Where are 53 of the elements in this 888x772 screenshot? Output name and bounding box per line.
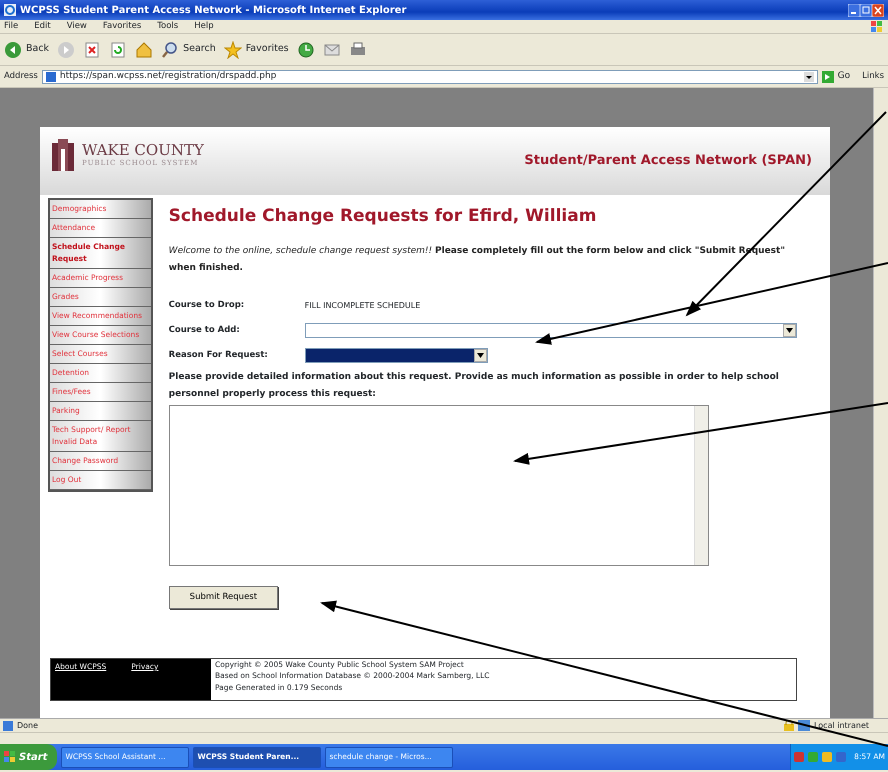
select-field[interactable] <box>304 323 797 338</box>
back-icon <box>4 40 22 58</box>
dropdown-arrow-icon <box>786 328 793 333</box>
select-field[interactable] <box>304 348 488 363</box>
details-prompt: Please provide detailed information about this request. Provide as much information as possible in order to help school personnel properly process this request: <box>168 371 780 401</box>
menu-item[interactable]: Edit <box>34 20 51 33</box>
star-icon <box>224 40 242 58</box>
details-textarea[interactable] <box>168 405 709 566</box>
banner-title: Student/Parent Access Network (SPAN) <box>524 152 812 170</box>
house-icon <box>135 40 154 58</box>
menu-item[interactable]: Help <box>194 20 214 33</box>
toolbar-button[interactable] <box>135 40 154 58</box>
field-label: Course to Add: <box>168 324 241 337</box>
page-icon <box>3 720 13 730</box>
toolbar-button[interactable] <box>83 40 102 58</box>
forward-icon <box>57 40 76 58</box>
toolbar-button[interactable]: Favorites <box>224 40 289 58</box>
maximize-icon[interactable] <box>860 4 872 16</box>
close-icon[interactable] <box>872 4 884 16</box>
search-icon <box>161 40 180 58</box>
stop-icon <box>83 40 102 58</box>
menu-item[interactable]: File <box>4 20 18 33</box>
page-icon <box>46 72 56 82</box>
minimize-icon[interactable] <box>848 4 860 16</box>
windows-logo-icon <box>870 20 884 34</box>
windows-logo-icon <box>4 751 16 763</box>
go-button[interactable]: Go <box>822 70 850 84</box>
menu-item[interactable]: View <box>66 20 87 33</box>
address-field[interactable]: https://span.wcpss.net/registration/drspadd.php <box>42 70 818 84</box>
submit-button[interactable]: Submit Request <box>168 586 278 609</box>
toolbar-button[interactable]: Back <box>4 40 50 58</box>
logo-text: WAKE COUNTY <box>82 143 204 158</box>
page-heading: Schedule Change Requests for Efird, William <box>168 205 598 227</box>
toolbar-button[interactable]: Search <box>161 40 216 58</box>
toolbar-button[interactable] <box>296 40 315 58</box>
address-label: Address <box>4 70 38 83</box>
history-icon <box>296 40 315 58</box>
vertical-scrollbar[interactable] <box>873 88 888 718</box>
menu-item[interactable]: Favorites <box>102 20 142 33</box>
field-value: FILL INCOMPLETE SCHEDULE <box>304 300 420 312</box>
menu-item[interactable]: Tools <box>157 20 178 33</box>
field-label: Reason For Request: <box>168 349 269 362</box>
window-title: WCPSS Student Parent Access Network - Microsoft Internet Explorer <box>20 4 406 18</box>
field-label: Course to Drop: <box>168 299 246 312</box>
tray-icon[interactable] <box>822 752 832 762</box>
lock-icon <box>784 720 794 731</box>
start-button[interactable]: Start <box>0 744 58 770</box>
refresh-icon <box>109 40 128 58</box>
dropdown-arrow-icon <box>476 353 484 358</box>
toolbar-button[interactable] <box>109 40 128 58</box>
status-text: Done <box>17 720 38 732</box>
building-logo-icon <box>52 139 74 171</box>
links-button[interactable]: Links <box>862 70 884 83</box>
